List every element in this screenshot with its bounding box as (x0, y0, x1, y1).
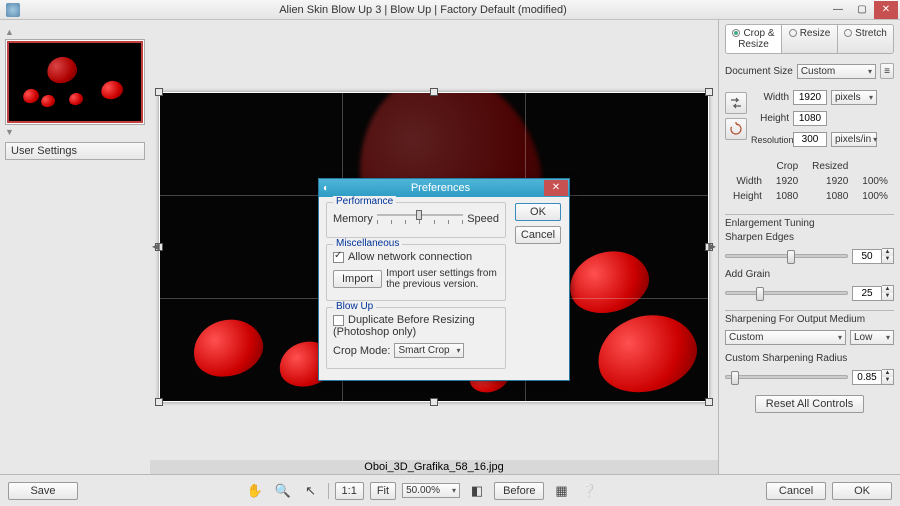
crop-handle[interactable] (705, 88, 713, 96)
enlargement-tuning-header: Enlargement Tuning (725, 214, 894, 229)
document-size-label: Document Size (725, 66, 793, 77)
filename-label: Oboi_3D_Grafika_58_16.jpg (150, 460, 718, 474)
controls-panel: Crop & Resize Resize Stretch Document Si… (718, 20, 900, 474)
window-title: Alien Skin Blow Up 3 | Blow Up | Factory… (20, 4, 826, 16)
zoom-fit-button[interactable]: Fit (370, 482, 396, 500)
output-level-select[interactable]: Low (850, 330, 894, 345)
add-grain-input[interactable] (852, 286, 882, 301)
tab-stretch[interactable]: Stretch (838, 25, 893, 53)
crop-mode-label: Crop Mode: (333, 345, 390, 357)
output-sharpening-header: Sharpening For Output Medium (725, 310, 894, 325)
allow-network-checkbox[interactable]: Allow network connection (333, 251, 499, 263)
sharpen-edges-label: Sharpen Edges (725, 232, 894, 243)
preferences-dialog: ◐ Preferences ✕ OK Cancel Performance Me… (318, 178, 570, 381)
hand-tool-icon[interactable]: ✋ (244, 481, 266, 501)
sharpen-edges-slider[interactable] (725, 254, 848, 258)
spinner-arrows[interactable]: ▲▼ (882, 285, 894, 301)
dialog-ok-button[interactable]: OK (515, 203, 561, 221)
sharpening-radius-label: Custom Sharpening Radius (725, 353, 894, 364)
footer-toolbar: Save ✋ 🔍 ↖ 1:1 Fit 50.00% ◧ Before ▦ ❔ C… (0, 474, 900, 506)
spinner-arrows[interactable]: ▲▼ (882, 369, 894, 385)
sidebar: ▲ ▼ User Settings (0, 20, 150, 474)
pointer-tool-icon[interactable]: ↖ (300, 481, 322, 501)
import-button[interactable]: Import (333, 270, 382, 288)
dialog-cancel-button[interactable]: Cancel (515, 226, 561, 244)
zoom-1to1-button[interactable]: 1:1 (335, 482, 364, 500)
height-input[interactable] (793, 111, 827, 126)
add-grain-slider[interactable] (725, 291, 848, 295)
dialog-close-button[interactable]: ✕ (544, 180, 568, 196)
sharpening-radius-slider[interactable] (725, 375, 848, 379)
app-icon (6, 3, 20, 17)
output-medium-select[interactable]: Custom (725, 330, 846, 345)
minimize-button[interactable]: — (826, 1, 850, 19)
cancel-button[interactable]: Cancel (766, 482, 826, 500)
close-button[interactable]: ✕ (874, 1, 898, 19)
save-button[interactable]: Save (8, 482, 78, 500)
thumb-scroll-up[interactable]: ▲ (5, 27, 13, 37)
width-input[interactable] (793, 90, 827, 105)
mode-tabs: Crop & Resize Resize Stretch (725, 24, 894, 54)
doc-size-menu-icon[interactable]: ≡ (880, 63, 894, 79)
add-grain-label: Add Grain (725, 269, 894, 280)
titlebar: Alien Skin Blow Up 3 | Blow Up | Factory… (0, 0, 900, 20)
dialog-titlebar[interactable]: ◐ Preferences ✕ (319, 179, 569, 197)
memory-label: Memory (333, 213, 373, 225)
tab-resize[interactable]: Resize (782, 25, 838, 53)
dialog-icon: ◐ (323, 183, 337, 194)
user-settings-header[interactable]: User Settings (5, 142, 145, 160)
maximize-button[interactable]: ▢ (850, 1, 874, 19)
crop-mode-select[interactable]: Smart Crop (394, 343, 464, 358)
before-button[interactable]: Before (494, 482, 544, 500)
dimension-summary-table: CropResized Width19201920100% Height1080… (725, 158, 896, 205)
crop-handle[interactable] (430, 88, 438, 96)
resolution-unit-select[interactable]: pixels/in (831, 132, 877, 147)
crop-handle[interactable] (705, 398, 713, 406)
sharpening-radius-input[interactable] (852, 370, 882, 385)
reset-all-button[interactable]: Reset All Controls (755, 395, 864, 413)
resolution-input[interactable] (793, 132, 827, 147)
zoom-tool-icon[interactable]: 🔍 (272, 481, 294, 501)
dialog-title: Preferences (337, 182, 544, 194)
help-icon[interactable]: ❔ (578, 481, 600, 501)
rotate-icon[interactable] (725, 118, 747, 140)
performance-slider[interactable] (377, 212, 463, 226)
crop-handle[interactable] (155, 398, 163, 406)
swap-dimensions-icon[interactable] (725, 92, 747, 114)
duplicate-before-checkbox[interactable]: Duplicate Before Resizing (Photoshop onl… (333, 314, 499, 338)
ok-button[interactable]: OK (832, 482, 892, 500)
width-unit-select[interactable]: pixels (831, 90, 877, 105)
sharpen-edges-input[interactable] (852, 249, 882, 264)
blowup-group: Blow Up Duplicate Before Resizing (Photo… (326, 307, 506, 369)
thumb-scroll-down[interactable]: ▼ (5, 127, 13, 137)
pan-right-icon[interactable]: ▶ (708, 242, 716, 253)
tab-crop-resize[interactable]: Crop & Resize (726, 25, 782, 53)
miscellaneous-group: Miscellaneous Allow network connection I… (326, 244, 506, 301)
zoom-select[interactable]: 50.00% (402, 483, 460, 498)
split-view-icon[interactable]: ◧ (466, 481, 488, 501)
pan-left-icon[interactable]: ◀ (152, 242, 160, 253)
grid-icon[interactable]: ▦ (550, 481, 572, 501)
height-label: Height (751, 113, 789, 124)
crop-handle[interactable] (430, 398, 438, 406)
performance-group: Performance Memory Speed (326, 202, 506, 238)
width-label: Width (751, 92, 789, 103)
speed-label: Speed (467, 213, 499, 225)
import-description: Import user settings from the previous v… (386, 268, 499, 290)
preset-thumbnail[interactable] (5, 39, 145, 125)
crop-handle[interactable] (155, 88, 163, 96)
spinner-arrows[interactable]: ▲▼ (882, 248, 894, 264)
document-size-select[interactable]: Custom (797, 64, 876, 79)
resolution-label: Resolution (751, 135, 789, 145)
